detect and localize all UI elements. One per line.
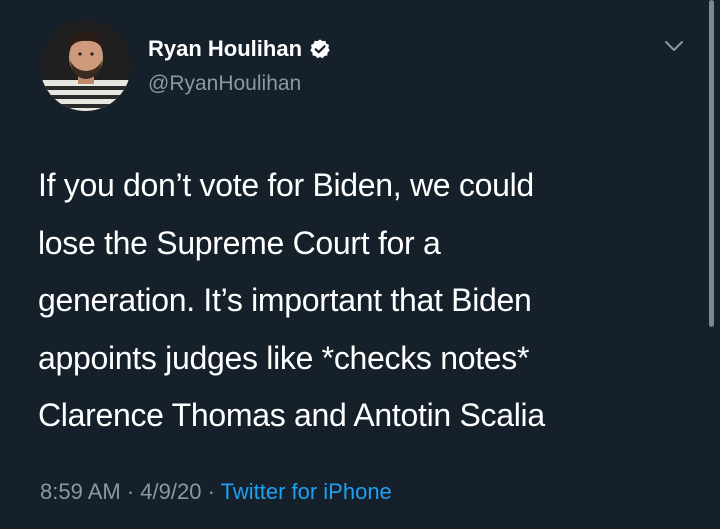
handle[interactable]: @RyanHoulihan <box>148 70 301 98</box>
tweet-source-link[interactable]: Twitter for iPhone <box>221 479 392 504</box>
tweet-text-line: generation. It’s important that Biden <box>38 282 532 318</box>
meta-separator: · <box>120 479 141 504</box>
avatar[interactable] <box>40 20 131 111</box>
tweet-time[interactable]: 8:59 AM <box>40 479 121 504</box>
tweet-text-line: appoints judges like *checks notes* <box>38 339 530 376</box>
chevron-down-icon[interactable] <box>663 38 685 54</box>
author-name-row[interactable]: Ryan Houlihan <box>148 35 331 63</box>
meta-separator: · <box>201 479 221 504</box>
tweet-text-line: Clarence Thomas and Antotin Scalia <box>38 397 545 433</box>
tweet-date[interactable]: 4/9/20 <box>140 479 201 504</box>
scrollbar[interactable] <box>709 0 714 327</box>
tweet-text: If you don’t vote for Biden, we could lo… <box>38 157 698 445</box>
tweet-text-line: If you don’t vote for Biden, we could <box>38 167 534 203</box>
tweet-text-line: lose the Supreme Court for a <box>38 224 441 261</box>
verified-badge-icon <box>309 38 331 60</box>
tweet-card: Ryan Houlihan @RyanHoulihan If you don’t… <box>0 0 720 529</box>
display-name[interactable]: Ryan Houlihan <box>148 35 302 63</box>
tweet-meta: 8:59 AM · 4/9/20 · Twitter for iPhone <box>40 478 392 506</box>
